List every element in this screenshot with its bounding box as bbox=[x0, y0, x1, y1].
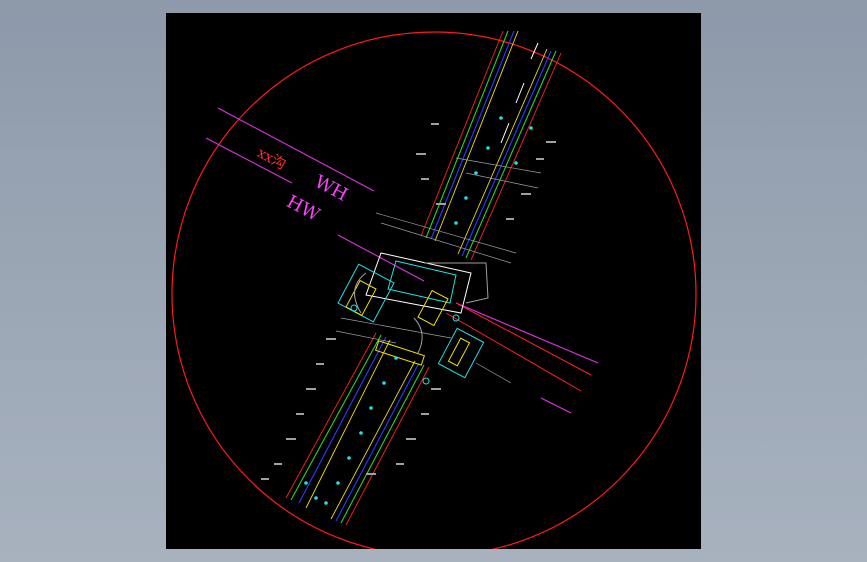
boundary-circle bbox=[171, 31, 697, 549]
tag-label-bottom: HW bbox=[283, 191, 323, 226]
tag-label-top: WH bbox=[311, 171, 351, 206]
survey-markers bbox=[304, 116, 533, 505]
road-layout-drawing: xx沟 WH HW bbox=[171, 30, 697, 549]
elevation-marks bbox=[261, 123, 556, 480]
main-road-south bbox=[285, 332, 430, 526]
river-label: xx沟 bbox=[254, 145, 288, 173]
cad-viewport[interactable]: xx沟 WH HW bbox=[166, 13, 701, 549]
main-road-north bbox=[420, 30, 562, 261]
